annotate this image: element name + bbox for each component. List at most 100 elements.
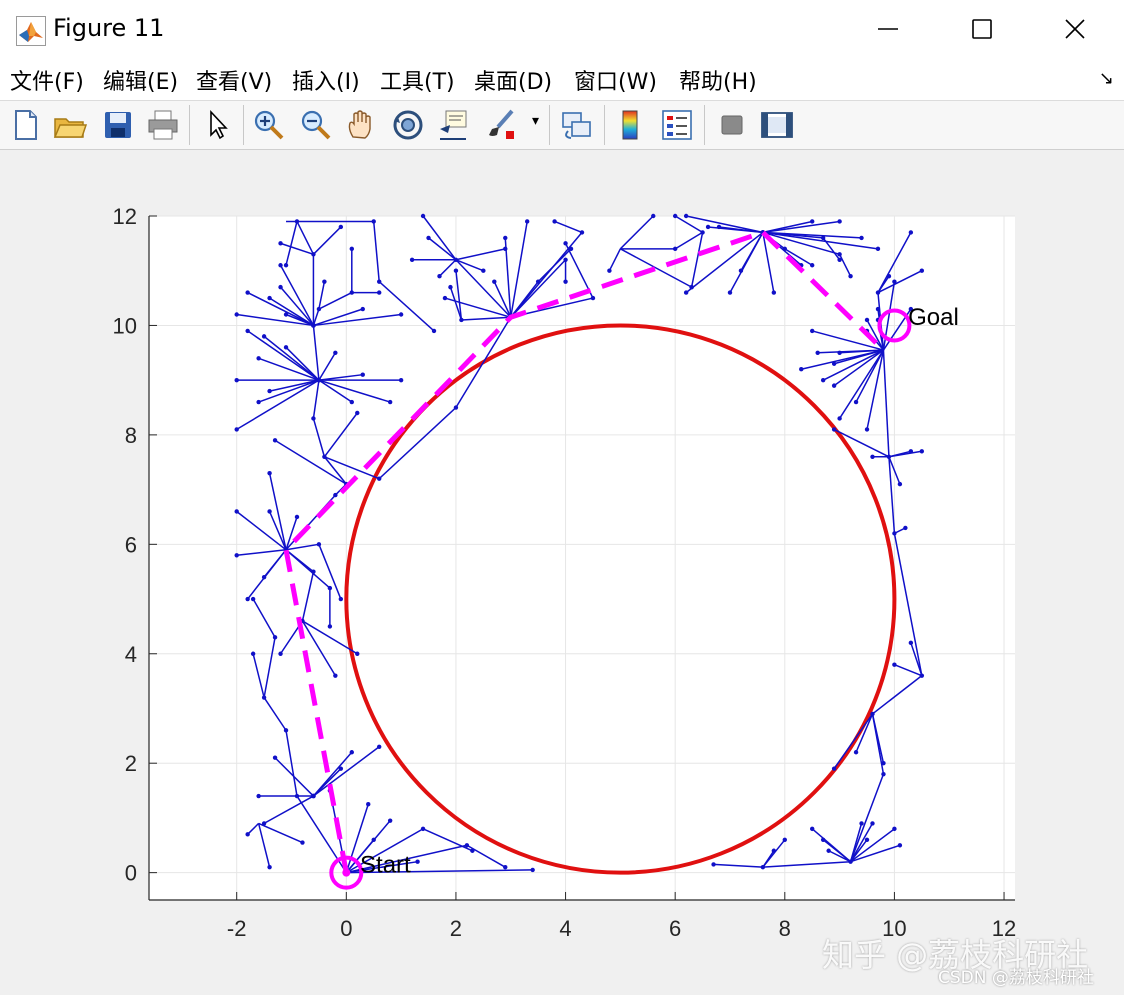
tree-node — [245, 290, 250, 295]
tree-node — [360, 372, 365, 377]
tree-node — [782, 837, 787, 843]
tree-node — [897, 481, 903, 487]
tree-node — [607, 268, 612, 273]
goal-label: Goal — [908, 304, 959, 331]
minimize-icon — [878, 28, 898, 30]
colorbar-icon[interactable] — [613, 107, 649, 143]
tree-node — [278, 651, 283, 656]
tree-node — [338, 224, 344, 230]
y-tick-label: 6 — [125, 532, 137, 557]
tree-node — [272, 755, 278, 760]
tree-node — [903, 525, 908, 531]
y-tick-label: 12 — [113, 204, 137, 229]
y-tick-label: 10 — [113, 313, 137, 338]
tree-node — [311, 323, 316, 328]
show-plot-tools-icon[interactable] — [759, 107, 795, 143]
tree-node — [283, 263, 289, 268]
y-tick-label: 4 — [125, 642, 137, 667]
tree-node — [234, 553, 239, 558]
tree-node — [530, 867, 535, 873]
tree-node — [261, 574, 267, 580]
x-tick-label: 8 — [779, 916, 791, 941]
close-button[interactable] — [1045, 6, 1105, 52]
rrt-plot[interactable]: -2 0 2 4 6 8 10 12024681012 StartGoal — [0, 150, 1124, 995]
tree-node — [278, 284, 283, 290]
menu-desktop[interactable]: 桌面(D) — [474, 64, 552, 96]
tree-node — [738, 268, 744, 273]
tree-node — [503, 864, 508, 870]
menu-tools[interactable]: 工具(T) — [380, 64, 455, 96]
tree-node — [810, 219, 815, 224]
tree-node — [908, 640, 914, 646]
open-file-icon[interactable] — [52, 107, 88, 143]
x-tick-label: 0 — [340, 916, 352, 941]
tree-node — [563, 279, 568, 284]
tree-node — [853, 750, 859, 755]
tree-node — [859, 235, 864, 241]
tree-node — [415, 859, 420, 864]
zoom-out-icon[interactable] — [298, 107, 334, 143]
start-label: Start — [360, 851, 411, 878]
tree-node — [398, 312, 404, 317]
save-icon[interactable] — [100, 107, 136, 143]
x-tick-label: 2 — [450, 916, 462, 941]
tree-node — [810, 328, 815, 334]
y-tick-label: 8 — [125, 423, 137, 448]
tree-node — [333, 350, 338, 355]
hide-plot-tools-icon[interactable] — [714, 107, 750, 143]
tree-node — [815, 350, 820, 355]
toolbar-separator — [189, 105, 190, 145]
tree-node — [892, 826, 897, 832]
tree-node — [256, 399, 261, 405]
tree-node — [355, 651, 360, 656]
title-bar: Figure 11 — [0, 0, 1124, 58]
csdn-watermark: CSDN @荔枝科研社 — [938, 968, 1094, 988]
tree-node — [409, 257, 415, 262]
tree-node — [870, 821, 875, 826]
tree-node — [234, 509, 239, 514]
menu-window[interactable]: 窗口(W) — [574, 64, 657, 96]
x-tick-label: 6 — [669, 916, 681, 941]
dock-arrow-icon[interactable]: ↘ — [1099, 68, 1114, 89]
minimize-button[interactable] — [858, 6, 918, 52]
tree-node — [267, 470, 272, 476]
tree-node — [919, 268, 925, 273]
pan-icon[interactable] — [343, 107, 379, 143]
tree-node — [870, 454, 875, 459]
rotate-3d-icon[interactable] — [390, 107, 426, 143]
menu-file[interactable]: 文件(F) — [10, 64, 84, 96]
tree-node — [420, 213, 426, 219]
tree-node — [683, 213, 689, 219]
pointer-icon[interactable] — [201, 107, 237, 143]
zoom-in-icon[interactable] — [251, 107, 287, 143]
new-figure-icon[interactable] — [8, 107, 44, 143]
brush-dropdown-icon[interactable]: ▾ — [532, 113, 539, 129]
menu-help[interactable]: 帮助(H) — [679, 64, 757, 96]
menu-view[interactable]: 查看(V) — [196, 64, 272, 96]
brush-icon[interactable] — [484, 107, 520, 143]
maximize-icon — [972, 19, 992, 39]
close-icon — [1065, 19, 1085, 39]
tree-node — [267, 295, 272, 301]
link-plot-icon[interactable] — [559, 107, 595, 143]
print-icon[interactable] — [145, 107, 181, 143]
tree-node — [503, 235, 508, 241]
menu-edit[interactable]: 编辑(E) — [103, 64, 178, 96]
tree-node — [711, 862, 716, 867]
y-tick-label: 2 — [125, 751, 137, 776]
tree-node — [875, 246, 881, 252]
maximize-button[interactable] — [952, 6, 1012, 52]
tree-node — [848, 273, 853, 279]
toolbar-separator — [604, 105, 605, 145]
legend-icon[interactable] — [659, 107, 695, 143]
tree-node — [234, 312, 239, 317]
x-tick-label: -2 — [227, 916, 247, 941]
tree-node — [908, 230, 914, 235]
tree-node — [448, 284, 453, 290]
figure-canvas: -2 0 2 4 6 8 10 12 0 2 4 6 8 10 12 Start Goal 知乎 @荔枝科研社… — [0, 150, 1124, 995]
menu-insert[interactable]: 插入(I) — [292, 64, 360, 96]
data-cursor-icon[interactable] — [436, 107, 472, 143]
tree-node — [377, 744, 382, 749]
tree-node — [234, 427, 239, 432]
tree-node — [245, 328, 250, 334]
